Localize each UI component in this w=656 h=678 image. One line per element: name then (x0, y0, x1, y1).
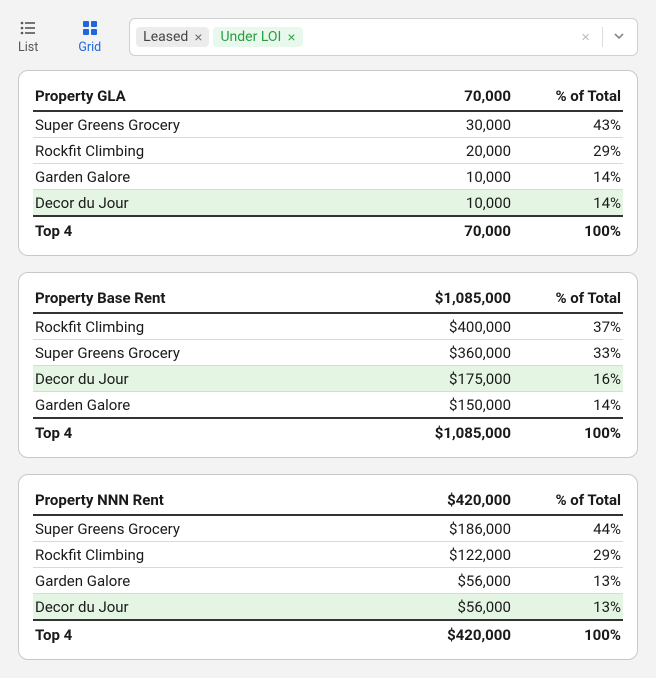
table-row: Rockfit Climbing $400,000 37% (33, 313, 623, 340)
row-pct: 29% (513, 138, 623, 164)
table-header: Property GLA 70,000 % of Total (33, 81, 623, 111)
total-label: Top 4 (33, 216, 353, 245)
table-header: Property NNN Rent $420,000 % of Total (33, 485, 623, 515)
table-total: Top 4 $1,085,000 100% (33, 418, 623, 447)
row-pct: 37% (513, 313, 623, 340)
view-list-label: List (18, 40, 38, 55)
close-icon[interactable]: × (194, 30, 202, 44)
row-label: Decor du Jour (33, 366, 353, 392)
row-value: $360,000 (353, 340, 513, 366)
row-pct: 13% (513, 594, 623, 621)
row-label: Garden Galore (33, 568, 353, 594)
row-label: Garden Galore (33, 164, 353, 190)
filter-chip-under-loi[interactable]: Under LOI × (213, 27, 302, 47)
row-pct: 14% (513, 392, 623, 419)
card-property-nnn-rent: Property NNN Rent $420,000 % of Total Su… (18, 474, 638, 660)
table-header: Property Base Rent $1,085,000 % of Total (33, 283, 623, 313)
table-row: Super Greens Grocery $186,000 44% (33, 515, 623, 542)
filter-chip-leased[interactable]: Leased × (136, 27, 209, 47)
filter-chip-label: Under LOI (220, 30, 281, 44)
row-pct: 16% (513, 366, 623, 392)
table-property-gla: Property GLA 70,000 % of Total Super Gre… (33, 81, 623, 245)
header-title: Property NNN Rent (33, 485, 353, 515)
card-property-gla: Property GLA 70,000 % of Total Super Gre… (18, 70, 638, 256)
view-grid-label: Grid (78, 40, 101, 55)
row-pct: 14% (513, 190, 623, 217)
row-label: Decor du Jour (33, 190, 353, 217)
row-value: $186,000 (353, 515, 513, 542)
table-row: Decor du Jour $56,000 13% (33, 594, 623, 621)
cards-container: Property GLA 70,000 % of Total Super Gre… (0, 68, 656, 678)
row-value: 20,000 (353, 138, 513, 164)
total-pct: 100% (513, 216, 623, 245)
row-label: Super Greens Grocery (33, 111, 353, 138)
row-pct: 29% (513, 542, 623, 568)
row-label: Garden Galore (33, 392, 353, 419)
total-value: 70,000 (353, 216, 513, 245)
row-value: $400,000 (353, 313, 513, 340)
view-list-button[interactable]: List (18, 20, 38, 55)
table-row: Garden Galore $56,000 13% (33, 568, 623, 594)
filter-chip-label: Leased (143, 30, 188, 44)
filter-select[interactable]: Leased × Under LOI × × (129, 18, 638, 56)
row-pct: 13% (513, 568, 623, 594)
row-label: Super Greens Grocery (33, 340, 353, 366)
row-value: 10,000 (353, 164, 513, 190)
header-title: Property GLA (33, 81, 353, 111)
total-label: Top 4 (33, 620, 353, 649)
total-label: Top 4 (33, 418, 353, 447)
view-grid-button[interactable]: Grid (78, 20, 101, 55)
row-label: Super Greens Grocery (33, 515, 353, 542)
table-row: Decor du Jour 10,000 14% (33, 190, 623, 217)
divider (602, 27, 603, 47)
header-total: 70,000 (353, 81, 513, 111)
close-icon[interactable]: × (287, 30, 295, 44)
row-label: Rockfit Climbing (33, 542, 353, 568)
row-pct: 43% (513, 111, 623, 138)
row-label: Rockfit Climbing (33, 313, 353, 340)
header-pct: % of Total (513, 283, 623, 313)
table-row: Decor du Jour $175,000 16% (33, 366, 623, 392)
row-pct: 14% (513, 164, 623, 190)
table-row: Super Greens Grocery 30,000 43% (33, 111, 623, 138)
grid-icon (82, 20, 98, 36)
row-label: Rockfit Climbing (33, 138, 353, 164)
row-value: $56,000 (353, 568, 513, 594)
chevron-down-icon[interactable] (609, 28, 631, 46)
total-pct: 100% (513, 620, 623, 649)
toolbar: List Grid Leased × Under LOI × × (0, 0, 656, 68)
row-value: 30,000 (353, 111, 513, 138)
row-value: $150,000 (353, 392, 513, 419)
row-value: $175,000 (353, 366, 513, 392)
table-total: Top 4 70,000 100% (33, 216, 623, 245)
list-icon (20, 20, 36, 36)
row-pct: 44% (513, 515, 623, 542)
total-pct: 100% (513, 418, 623, 447)
total-value: $1,085,000 (353, 418, 513, 447)
row-value: $122,000 (353, 542, 513, 568)
header-pct: % of Total (513, 485, 623, 515)
header-pct: % of Total (513, 81, 623, 111)
card-property-base-rent: Property Base Rent $1,085,000 % of Total… (18, 272, 638, 458)
table-property-nnn-rent: Property NNN Rent $420,000 % of Total Su… (33, 485, 623, 649)
table-row: Rockfit Climbing 20,000 29% (33, 138, 623, 164)
view-switch: List Grid (18, 16, 101, 55)
table-total: Top 4 $420,000 100% (33, 620, 623, 649)
header-title: Property Base Rent (33, 283, 353, 313)
table-property-base-rent: Property Base Rent $1,085,000 % of Total… (33, 283, 623, 447)
clear-filters-icon[interactable]: × (575, 29, 596, 46)
total-value: $420,000 (353, 620, 513, 649)
header-total: $1,085,000 (353, 283, 513, 313)
table-row: Garden Galore 10,000 14% (33, 164, 623, 190)
row-value: 10,000 (353, 190, 513, 217)
table-row: Rockfit Climbing $122,000 29% (33, 542, 623, 568)
row-label: Decor du Jour (33, 594, 353, 621)
table-row: Garden Galore $150,000 14% (33, 392, 623, 419)
header-total: $420,000 (353, 485, 513, 515)
row-pct: 33% (513, 340, 623, 366)
row-value: $56,000 (353, 594, 513, 621)
table-row: Super Greens Grocery $360,000 33% (33, 340, 623, 366)
